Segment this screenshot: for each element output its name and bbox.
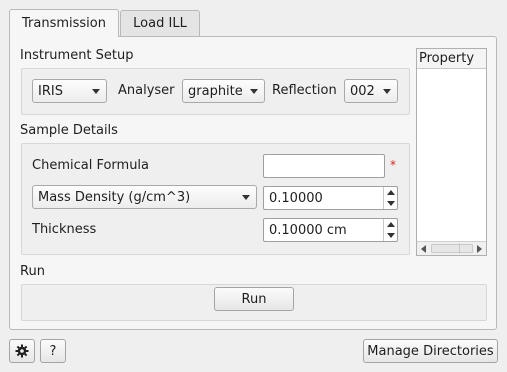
manage-directories-label: Manage Directories	[367, 343, 494, 359]
analyser-select[interactable]: graphite	[182, 79, 265, 103]
chemical-formula-label: Chemical Formula	[32, 158, 150, 173]
tab-transmission-label: Transmission	[22, 16, 106, 31]
horizontal-scrollbar[interactable]	[417, 241, 486, 255]
scroll-left-icon[interactable]	[421, 245, 426, 253]
required-marker: *	[390, 158, 396, 172]
help-button[interactable]: ?	[40, 339, 66, 363]
gear-icon	[15, 344, 29, 358]
density-spin-buttons[interactable]	[383, 187, 397, 209]
spin-down-icon[interactable]	[387, 201, 395, 206]
chevron-down-icon	[383, 89, 391, 94]
instrument-setup-title: Instrument Setup	[20, 48, 134, 63]
chevron-down-icon	[242, 195, 250, 200]
run-title: Run	[20, 264, 45, 279]
reflection-select[interactable]: 002	[344, 79, 398, 103]
reflection-value: 002	[350, 83, 375, 99]
scrollbar-thumb[interactable]	[431, 244, 473, 253]
thickness-spin-buttons[interactable]	[383, 219, 397, 241]
spin-up-icon[interactable]	[387, 222, 395, 227]
manage-directories-button[interactable]: Manage Directories	[363, 339, 498, 363]
run-button[interactable]: Run	[214, 287, 294, 311]
sample-details-title: Sample Details	[20, 123, 118, 138]
run-button-label: Run	[241, 291, 267, 307]
density-type-value: Mass Density (g/cm^3)	[38, 189, 191, 205]
analyser-label: Analyser	[118, 83, 175, 98]
density-type-select[interactable]: Mass Density (g/cm^3)	[32, 185, 257, 209]
thickness-label: Thickness	[32, 222, 97, 237]
chevron-down-icon	[250, 89, 258, 94]
instrument-value: IRIS	[38, 83, 63, 99]
reflection-label: Reflection	[272, 83, 337, 98]
density-spinbox[interactable]: 0.10000	[263, 186, 398, 210]
instrument-select[interactable]: IRIS	[32, 79, 107, 103]
scroll-right-icon[interactable]	[477, 245, 482, 253]
property-header: Property	[417, 49, 486, 69]
settings-button[interactable]	[9, 339, 35, 363]
property-table[interactable]: Property	[416, 48, 487, 256]
density-value: 0.10000	[269, 190, 323, 206]
spin-down-icon[interactable]	[387, 233, 395, 238]
spin-up-icon[interactable]	[387, 190, 395, 195]
tab-transmission[interactable]: Transmission	[9, 9, 119, 37]
scrollbar-divider	[459, 243, 460, 254]
thickness-spinbox[interactable]: 0.10000 cm	[263, 218, 398, 242]
thickness-value: 0.10000 cm	[269, 222, 347, 238]
chevron-down-icon	[92, 89, 100, 94]
help-label: ?	[49, 343, 57, 359]
analyser-value: graphite	[188, 83, 243, 99]
tab-load-ill[interactable]: Load ILL	[120, 10, 200, 36]
tab-load-ill-label: Load ILL	[133, 16, 187, 31]
chemical-formula-input[interactable]	[263, 154, 385, 178]
